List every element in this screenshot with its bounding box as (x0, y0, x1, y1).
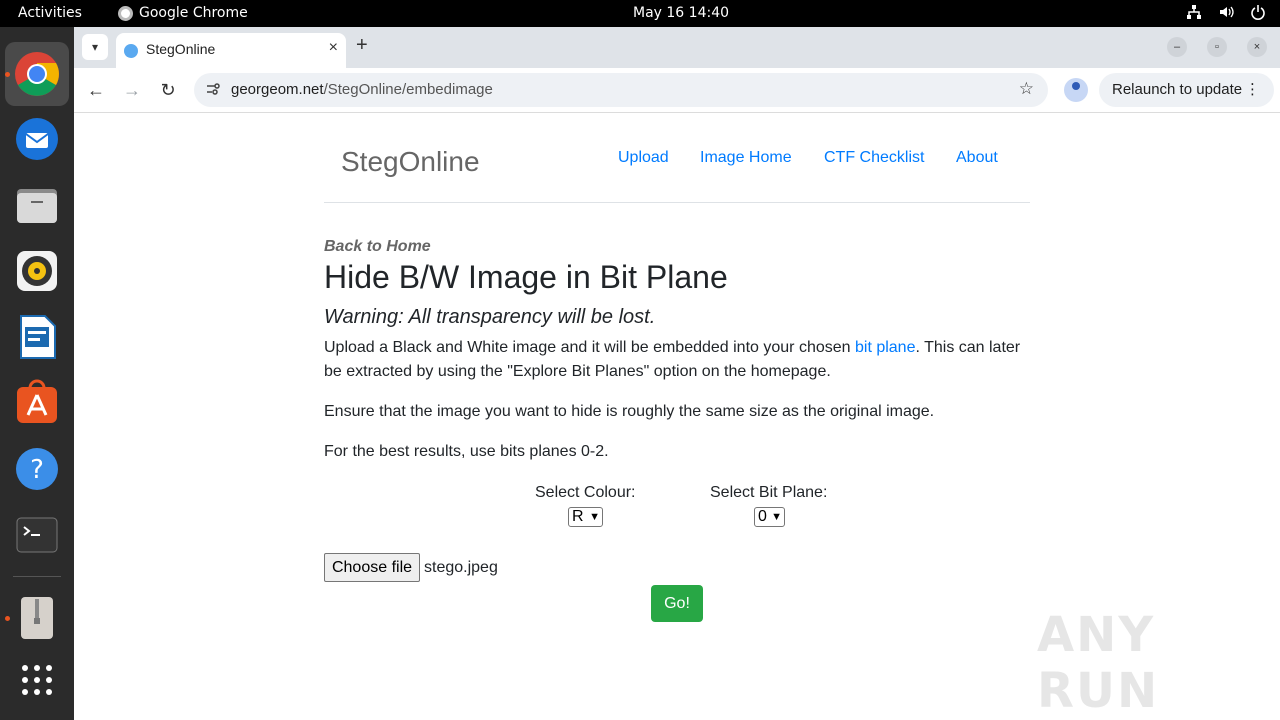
maximize-button[interactable]: ▫ (1207, 37, 1227, 57)
bit-plane-select[interactable]: 0 ▼ (754, 507, 785, 527)
anyrun-watermark: ANY RUN (1037, 607, 1160, 719)
dock-files[interactable] (5, 173, 69, 237)
active-app-label: Google Chrome (139, 5, 248, 21)
bookmark-star-icon[interactable]: ☆ (1019, 79, 1034, 99)
bit-plane-select-value: 0 (758, 508, 767, 525)
dock: ? (0, 27, 74, 720)
url-host: georgeom.net (231, 81, 324, 98)
select-bit-plane-label: Select Bit Plane: (710, 484, 828, 501)
terminal-icon (16, 517, 58, 553)
dock-thunderbird[interactable] (5, 107, 69, 171)
selected-file-name: stego.jpeg (424, 559, 498, 576)
files-icon (17, 189, 57, 223)
back-button[interactable]: ← (84, 78, 108, 102)
dock-chrome[interactable] (5, 42, 69, 106)
dock-terminal[interactable] (5, 503, 69, 567)
system-top-bar: Activities Google Chrome May 16 14:40 (0, 0, 1280, 27)
volume-icon (1218, 4, 1234, 20)
running-indicator (5, 616, 10, 621)
reload-button[interactable]: ↻ (156, 78, 180, 102)
system-tray[interactable] (1186, 4, 1266, 20)
dock-app-center[interactable] (5, 371, 69, 435)
select-colour-label: Select Colour: (535, 484, 636, 501)
dock-rhythmbox[interactable] (5, 239, 69, 303)
chevron-down-icon: ▼ (589, 511, 600, 523)
tab-search-button[interactable]: ▾ (82, 34, 108, 60)
more-menu-icon[interactable]: ⋮ (1245, 80, 1260, 98)
best-results-note: For the best results, use bits planes 0-… (324, 443, 609, 460)
forward-button[interactable]: → (120, 78, 144, 102)
size-note: Ensure that the image you want to hide i… (324, 403, 935, 420)
svg-text:?: ? (30, 455, 44, 485)
nav-link-about[interactable]: About (956, 149, 998, 167)
profile-avatar[interactable] (1064, 78, 1088, 102)
dock-show-apps[interactable] (5, 648, 69, 712)
clock[interactable]: May 16 14:40 (633, 5, 729, 21)
chevron-down-icon: ▼ (771, 511, 782, 523)
archive-icon (21, 597, 53, 639)
dock-writer[interactable] (5, 305, 69, 369)
relaunch-label: Relaunch to update (1112, 81, 1243, 98)
dock-separator (13, 576, 61, 577)
close-icon[interactable]: × (329, 39, 338, 57)
address-bar[interactable]: georgeom.net/StegOnline/embedimage ☆ (194, 73, 1048, 107)
power-icon (1250, 4, 1266, 20)
nav-link-image-home[interactable]: Image Home (700, 149, 792, 167)
header-divider (324, 202, 1030, 203)
intro-paragraph: Upload a Black and White image and it wi… (324, 336, 1034, 384)
dock-archive[interactable] (5, 586, 69, 650)
close-window-button[interactable]: × (1247, 37, 1267, 57)
rhythmbox-icon (17, 251, 57, 291)
choose-file-button[interactable]: Choose file (324, 553, 420, 582)
app-grid-icon (22, 665, 52, 695)
nav-link-ctf-checklist[interactable]: CTF Checklist (824, 149, 924, 167)
page-title: Hide B/W Image in Bit Plane (324, 259, 728, 295)
colour-select-value: R (572, 508, 584, 525)
active-app-menu[interactable]: Google Chrome (118, 5, 248, 21)
back-to-home-link[interactable]: Back to Home (324, 238, 431, 256)
nav-link-upload[interactable]: Upload (618, 149, 669, 167)
help-icon: ? (16, 448, 58, 490)
chrome-icon (15, 52, 59, 96)
dock-help[interactable]: ? (5, 437, 69, 501)
writer-icon (20, 315, 56, 359)
minimize-button[interactable]: – (1167, 37, 1187, 57)
tab-stegonline[interactable]: StegOnline × (116, 33, 346, 68)
chrome-icon (118, 5, 133, 21)
intro-text-start: Upload a Black and White image and it wi… (324, 339, 855, 356)
transparency-warning: Warning: All transparency will be lost. (324, 306, 656, 328)
go-button[interactable]: Go! (651, 585, 703, 622)
site-brand[interactable]: StegOnline (341, 146, 480, 178)
tab-title: StegOnline (146, 41, 216, 57)
thunderbird-icon (16, 118, 58, 160)
browser-toolbar: ← → ↻ georgeom.net/StegOnline/embedimage… (74, 68, 1280, 113)
activities-button[interactable]: Activities (18, 5, 82, 21)
network-icon (1186, 4, 1202, 20)
url-text: georgeom.net/StegOnline/embedimage (231, 81, 493, 98)
url-path: /StegOnline/embedimage (323, 81, 493, 98)
globe-icon (124, 44, 138, 58)
app-center-icon (17, 379, 57, 423)
bit-plane-link[interactable]: bit plane (855, 339, 916, 356)
chevron-down-icon: ▾ (91, 40, 99, 54)
new-tab-button[interactable]: + (356, 34, 368, 57)
running-indicator (5, 72, 10, 77)
tab-strip: ▾ StegOnline × + – ▫ × (74, 27, 1280, 68)
relaunch-to-update-button[interactable]: Relaunch to update ⋮ (1099, 73, 1274, 107)
site-info-icon[interactable] (206, 82, 220, 99)
colour-select[interactable]: R ▼ (568, 507, 603, 527)
